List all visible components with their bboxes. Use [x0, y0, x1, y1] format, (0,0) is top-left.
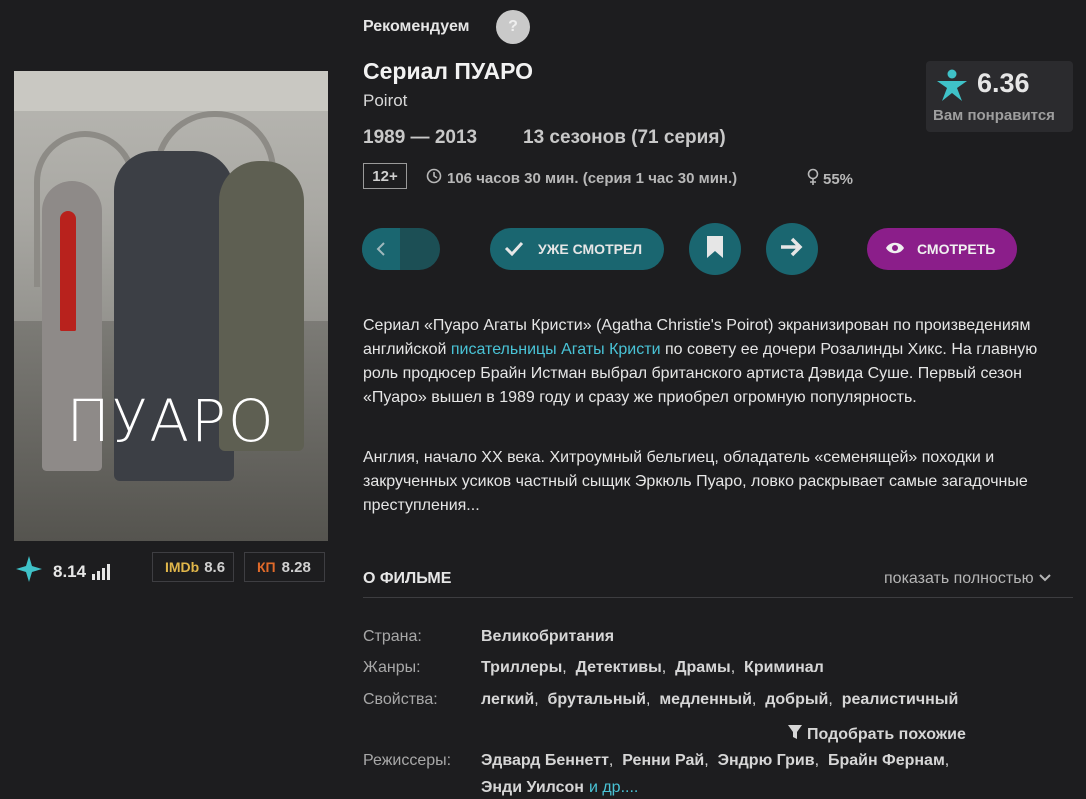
- bookmark-button[interactable]: [689, 223, 741, 275]
- properties-label: Свойства:: [363, 691, 438, 708]
- predicted-score: 6.36 Вам понравится: [926, 61, 1073, 132]
- original-title: Poirot: [363, 91, 408, 110]
- poster-scarf: [60, 211, 76, 331]
- predicted-score-caption: Вам понравится: [933, 107, 1055, 124]
- share-button[interactable]: [766, 223, 818, 275]
- recommend-label: Рекомендуем: [363, 18, 470, 35]
- properties-row: Свойства: легкий, брутальный, медленный,…: [363, 691, 958, 709]
- poster-title: ПУАРО: [66, 387, 276, 455]
- genre-link[interactable]: Драмы: [675, 659, 731, 676]
- property-link[interactable]: реалистичный: [842, 691, 959, 708]
- female-audience-value: 55%: [823, 170, 854, 188]
- property-link[interactable]: медленный: [659, 691, 752, 708]
- directors-label: Режиссеры:: [363, 752, 452, 769]
- property-link[interactable]: легкий: [481, 691, 534, 708]
- predicted-score-value: 6.36: [977, 68, 1030, 98]
- genres-list: Триллеры, Детективы, Драмы, Криминал: [481, 659, 824, 676]
- help-button[interactable]: ?: [496, 10, 530, 44]
- director-link[interactable]: Эдвард Беннетт: [481, 752, 609, 769]
- person-star-icon: [934, 67, 970, 108]
- filter-icon: [787, 724, 803, 745]
- description-paragraph: Сериал «Пуаро Агаты Кристи» (Agatha Chri…: [363, 314, 1065, 410]
- divider: [363, 597, 1073, 598]
- director-link[interactable]: Энди Уилсон: [481, 779, 584, 797]
- more-directors-link[interactable]: и др....: [589, 779, 638, 797]
- find-similar-label: Подобрать похожие: [807, 725, 966, 743]
- directors-list: Эдвард Беннетт, Ренни Рай, Эндрю Грив, Б…: [481, 752, 950, 769]
- clock-icon: [426, 168, 442, 188]
- watch-button[interactable]: СМОТРЕТЬ: [867, 228, 1017, 270]
- country-label: Страна:: [363, 628, 422, 645]
- page-title: Сериал ПУАРО: [363, 58, 534, 84]
- kp-value: 8.28: [281, 558, 311, 576]
- age-rating-badge: 12+: [363, 163, 407, 189]
- duration: 106 часов 30 мин. (серия 1 час 30 мин.): [426, 168, 737, 188]
- imdb-label: IMDb: [165, 559, 200, 575]
- years: 1989 — 2013: [363, 127, 478, 148]
- back-button[interactable]: [362, 228, 440, 270]
- site-rating: 8.14: [15, 555, 111, 588]
- chevron-left-icon: [362, 228, 400, 270]
- poster-sky: [14, 71, 328, 111]
- director-link[interactable]: Брайн Фернам: [828, 752, 945, 769]
- already-watched-label: УЖЕ СМОТРЕЛ: [538, 241, 643, 257]
- genre-link[interactable]: Триллеры: [481, 659, 562, 676]
- properties-list: легкий, брутальный, медленный, добрый, р…: [481, 691, 959, 708]
- imdb-value: 8.6: [204, 558, 226, 576]
- bookmark-icon: [706, 235, 724, 264]
- kp-rating[interactable]: КП 8.28: [244, 552, 325, 582]
- duration-text: 106 часов 30 мин. (серия 1 час 30 мин.): [447, 169, 738, 187]
- watch-label: СМОТРЕТЬ: [917, 241, 996, 257]
- chevron-down-icon: [1038, 570, 1051, 588]
- female-icon: [806, 168, 820, 190]
- imdb-rating[interactable]: IMDb 8.6: [152, 552, 234, 582]
- signal-bars-icon: [92, 563, 111, 580]
- eye-icon: [885, 241, 905, 258]
- seasons-count: 13 сезонов (71 серия): [523, 127, 726, 148]
- show-more-link[interactable]: показать полностью: [884, 570, 1051, 588]
- star-icon: [15, 555, 43, 588]
- genres-row: Жанры: Триллеры, Детективы, Драмы, Крими…: [363, 659, 824, 677]
- director-link[interactable]: Ренни Рай: [622, 752, 704, 769]
- author-link[interactable]: писательницы Агаты Кристи: [451, 341, 661, 358]
- property-link[interactable]: добрый: [765, 691, 828, 708]
- about-title: О ФИЛЬМЕ: [363, 570, 452, 587]
- kp-label: КП: [257, 559, 276, 575]
- director-link[interactable]: Эндрю Грив: [718, 752, 815, 769]
- show-more-label: показать полностью: [884, 570, 1034, 587]
- country-row: Страна: Великобритания: [363, 628, 614, 646]
- check-icon: [504, 240, 524, 259]
- find-similar-link[interactable]: Подобрать похожие: [787, 724, 966, 745]
- description-paragraph: Англия, начало XX века. Хитроумный бельг…: [363, 449, 1028, 514]
- directors-row-2: Энди Уилсон и др....: [481, 779, 638, 797]
- genre-link[interactable]: Криминал: [744, 659, 824, 676]
- genre-link[interactable]: Детективы: [576, 659, 662, 676]
- genres-label: Жанры:: [363, 659, 421, 676]
- directors-row: Режиссеры: Эдвард Беннетт, Ренни Рай, Эн…: [363, 752, 949, 770]
- female-audience: 55%: [806, 168, 853, 190]
- poster[interactable]: ПУАРО: [14, 71, 328, 541]
- country-value[interactable]: Великобритания: [481, 628, 614, 646]
- arrow-right-icon: [780, 237, 804, 262]
- property-link[interactable]: брутальный: [548, 691, 646, 708]
- already-watched-button[interactable]: УЖЕ СМОТРЕЛ: [490, 228, 664, 270]
- site-rating-value: 8.14: [53, 561, 87, 581]
